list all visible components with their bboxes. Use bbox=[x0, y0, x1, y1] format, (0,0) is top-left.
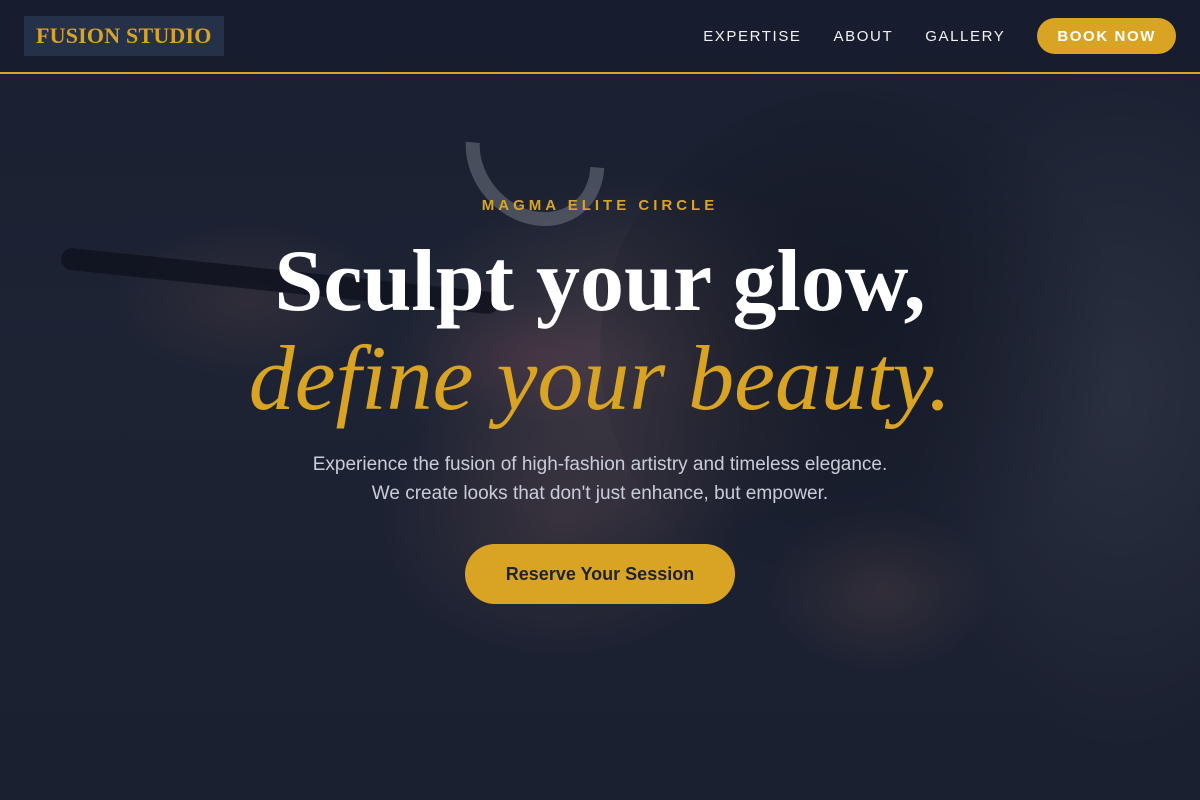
hero-subtext-line2: We create looks that don't just enhance,… bbox=[371, 483, 829, 504]
hero-headline-line1: Sculpt your glow, bbox=[274, 233, 926, 330]
hero-headline-line2: define your beauty. bbox=[248, 327, 952, 429]
hero-section: MAGMA ELITE CIRCLE Sculpt your glow, def… bbox=[0, 0, 1200, 800]
reserve-session-button[interactable]: Reserve Your Session bbox=[465, 544, 735, 604]
hero-subtext-line1: Experience the fusion of high-fashion ar… bbox=[312, 454, 888, 475]
hero-eyebrow: MAGMA ELITE CIRCLE bbox=[481, 197, 719, 214]
hero-subtext: Experience the fusion of high-fashion ar… bbox=[0, 450, 1200, 508]
